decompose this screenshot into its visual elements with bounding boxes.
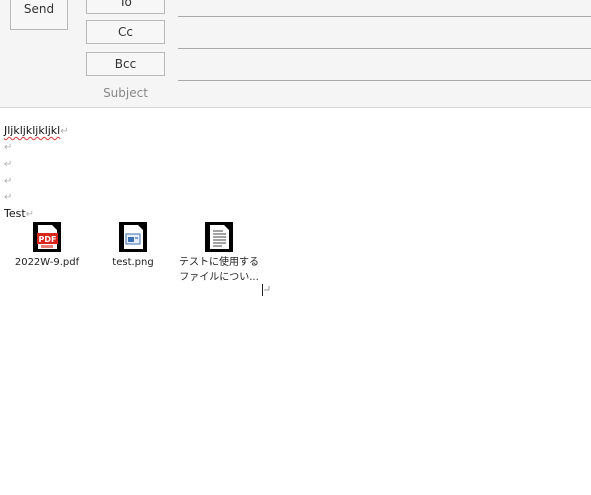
pdf-file-icon: PDF	[33, 222, 61, 252]
test-text: Test	[4, 207, 26, 220]
paragraph-mark: ↵	[4, 159, 13, 170]
to-button[interactable]: To	[86, 0, 165, 14]
misspelled-text: Jljkljkljkljkl	[4, 124, 61, 137]
paragraph-mark: ↵	[60, 126, 69, 137]
body-line-test: Test↵	[4, 207, 34, 222]
image-file-icon	[119, 222, 147, 252]
body-line-1: Jljkljkljkljkl↵	[4, 124, 69, 139]
attachment-pdf[interactable]: PDF 2022W-9.pdf	[1, 222, 93, 270]
attachment-name-line-1: テストに使用する	[179, 257, 259, 268]
attachment-name: test.png	[112, 257, 154, 268]
bcc-field[interactable]	[178, 80, 591, 81]
text-cursor-icon	[262, 284, 270, 296]
paragraph-mark: ↵	[4, 192, 13, 203]
attachment-png[interactable]: test.png	[87, 222, 179, 270]
pdf-badge-text: PDF	[39, 235, 57, 244]
send-button[interactable]: Send	[10, 0, 68, 30]
text-document-icon	[205, 222, 233, 252]
message-header: Send To Cc Bcc Subject	[0, 0, 591, 108]
attachment-name: テストに使用する ファイルについ...	[173, 255, 265, 285]
paragraph-mark: ↵	[25, 209, 35, 220]
to-field[interactable]	[178, 16, 591, 17]
attachment-document[interactable]: テストに使用する ファイルについ...	[173, 222, 265, 285]
paragraph-mark: ↵	[4, 176, 13, 187]
attachment-name: 2022W-9.pdf	[14, 257, 80, 268]
cc-field[interactable]	[178, 48, 591, 49]
cc-button[interactable]: Cc	[86, 20, 165, 44]
bcc-button[interactable]: Bcc	[86, 52, 165, 76]
subject-label: Subject	[103, 86, 148, 100]
attachment-name-line-2: ファイルについ...	[179, 272, 259, 283]
paragraph-mark: ↵	[4, 142, 13, 153]
